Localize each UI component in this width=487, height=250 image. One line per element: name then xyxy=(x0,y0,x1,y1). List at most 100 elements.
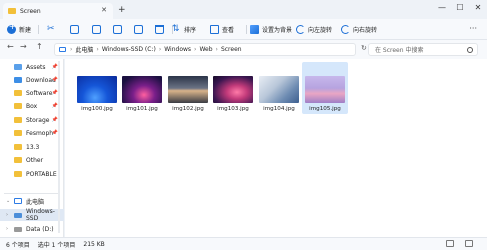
sidebar-item-other[interactable]: Other xyxy=(0,154,64,166)
system-drive-icon xyxy=(14,212,22,218)
sidebar-item-windows-ssd[interactable]: › Windows-SSD xyxy=(0,208,64,222)
sidebar-item-label: Box xyxy=(26,102,38,110)
sort-icon: ⇅ xyxy=(172,23,180,34)
sidebar-item-assets[interactable]: Assets 📌 xyxy=(0,61,64,73)
sidebar-item-portable[interactable]: PORTABLE xyxy=(0,168,64,180)
file-name: img102.jpg xyxy=(172,106,204,112)
sidebar-item-download[interactable]: Download 📌 xyxy=(0,74,64,86)
navigation-bar: ← → ↑ › 此电脑 › Windows-SSD (C:) › Windows… xyxy=(0,40,487,59)
view-toggle xyxy=(443,240,481,247)
up-button[interactable]: ↑ xyxy=(36,42,43,51)
expand-icon[interactable]: › xyxy=(6,212,8,218)
rename-icon xyxy=(113,24,122,34)
set-wallpaper-button[interactable]: 设置为背景 xyxy=(250,22,292,36)
new-button[interactable]: 新建 xyxy=(7,22,31,36)
wallpaper-icon xyxy=(250,24,259,34)
sort-label: 排序 xyxy=(184,26,197,34)
computer-icon xyxy=(14,198,22,204)
image-thumbnail xyxy=(259,76,299,103)
trash-icon xyxy=(155,24,164,34)
rotate-left-label: 向左旋转 xyxy=(308,26,333,34)
rotate-left-icon xyxy=(296,24,305,34)
sidebar-scrollbar[interactable] xyxy=(58,61,60,233)
file-item-img101[interactable]: img101.jpg xyxy=(120,62,164,114)
rename-button[interactable] xyxy=(113,22,125,36)
sidebar-item-label: Software xyxy=(26,89,53,97)
cut-icon: ✂ xyxy=(47,23,55,34)
back-button[interactable]: ← xyxy=(7,42,14,51)
file-item-img104[interactable]: img104.jpg xyxy=(257,62,301,114)
collapse-icon[interactable]: ⌄ xyxy=(6,198,10,204)
tab-screen[interactable]: Screen ✕ xyxy=(3,3,113,19)
file-item-img103[interactable]: img103.jpg xyxy=(211,62,255,114)
image-thumbnail xyxy=(77,76,117,103)
rotate-right-label: 向右旋转 xyxy=(353,26,378,34)
breadcrumb-web[interactable]: Web xyxy=(199,46,212,53)
sidebar-item-box[interactable]: Box 📌 xyxy=(0,100,64,112)
window-controls: — ☐ ✕ xyxy=(433,0,487,18)
maximize-button[interactable]: ☐ xyxy=(451,0,469,18)
sidebar-item-storage[interactable]: Storage 📌 xyxy=(0,114,64,126)
file-name: img100.jpg xyxy=(81,106,113,112)
file-item-img105[interactable]: img105.jpg xyxy=(302,62,348,114)
sidebar-item-13-3[interactable]: 13.3 xyxy=(0,141,64,153)
view-button[interactable]: 查看 xyxy=(210,22,234,36)
sidebar-item-software[interactable]: Software 📌 xyxy=(0,87,64,99)
file-name: img101.jpg xyxy=(126,106,158,112)
chevron-right-icon: › xyxy=(215,46,218,53)
breadcrumb-screen[interactable]: Screen xyxy=(221,46,242,53)
chevron-right-icon: › xyxy=(70,46,73,53)
view-label: 查看 xyxy=(222,26,235,34)
sort-button[interactable]: ⇅ 排序 xyxy=(172,22,196,36)
folder-icon xyxy=(14,117,22,123)
item-count: 6 个项目 xyxy=(6,241,30,249)
breadcrumb-this-pc[interactable]: 此电脑 xyxy=(75,45,93,54)
navigation-pane: Assets 📌 Download 📌 Software 📌 Box 📌 Sto… xyxy=(0,59,64,237)
rotate-right-icon xyxy=(341,24,350,34)
chevron-right-icon: › xyxy=(194,46,197,53)
sidebar-item-label: Other xyxy=(26,156,44,164)
expand-icon[interactable]: › xyxy=(6,226,8,232)
details-view-icon[interactable] xyxy=(446,240,454,247)
sidebar-item-label: Assets xyxy=(26,63,46,71)
file-name: img104.jpg xyxy=(263,106,295,112)
forward-button[interactable]: → xyxy=(20,42,27,51)
tiles-view-icon[interactable] xyxy=(465,240,473,247)
refresh-button[interactable]: ↻ xyxy=(361,44,367,52)
file-item-img102[interactable]: img102.jpg xyxy=(166,62,210,114)
sidebar-item-fesmoph[interactable]: Fesmoph 📌 xyxy=(0,127,64,139)
tab-close-icon[interactable]: ✕ xyxy=(101,6,107,14)
rotate-left-button[interactable]: 向左旋转 xyxy=(296,22,332,36)
chevron-right-icon: › xyxy=(158,46,162,53)
search-box[interactable]: 在 Screen 中搜索 xyxy=(368,43,478,56)
folder-icon xyxy=(14,103,22,109)
folder-icon xyxy=(8,8,16,14)
sidebar-item-data-d[interactable]: › Data (D:) xyxy=(0,223,64,235)
drive-icon xyxy=(14,226,22,232)
folder-blue-icon xyxy=(14,64,22,70)
address-bar[interactable]: › 此电脑 › Windows-SSD (C:) › Windows › Web… xyxy=(54,43,356,56)
share-icon xyxy=(134,24,143,34)
cut-button[interactable]: ✂ xyxy=(47,22,59,36)
minimize-button[interactable]: — xyxy=(433,0,451,18)
rotate-right-button[interactable]: 向右旋转 xyxy=(341,22,377,36)
new-tab-button[interactable]: + xyxy=(118,5,126,15)
divider xyxy=(38,25,39,34)
share-button[interactable] xyxy=(134,22,146,36)
copy-button[interactable] xyxy=(70,22,82,36)
paste-button[interactable] xyxy=(92,22,104,36)
sidebar-item-this-pc[interactable]: ⌄ 此电脑 xyxy=(0,195,64,207)
sidebar-item-label: Data (D:) xyxy=(26,225,54,233)
breadcrumb-drive[interactable]: Windows-SSD (C:) xyxy=(102,46,156,53)
divider xyxy=(246,25,247,34)
delete-button[interactable] xyxy=(155,22,167,36)
selected-count: 选中 1 个项目 xyxy=(37,241,76,249)
sidebar-item-label: Storage xyxy=(26,116,50,124)
more-options-button[interactable]: ··· xyxy=(469,24,477,33)
file-name: img103.jpg xyxy=(217,106,249,112)
file-item-img100[interactable]: img100.jpg xyxy=(75,62,119,114)
folder-icon xyxy=(14,171,22,177)
close-button[interactable]: ✕ xyxy=(469,0,487,18)
breadcrumb-windows[interactable]: Windows xyxy=(164,46,191,53)
title-bar: Screen ✕ + — ☐ ✕ xyxy=(0,0,487,19)
